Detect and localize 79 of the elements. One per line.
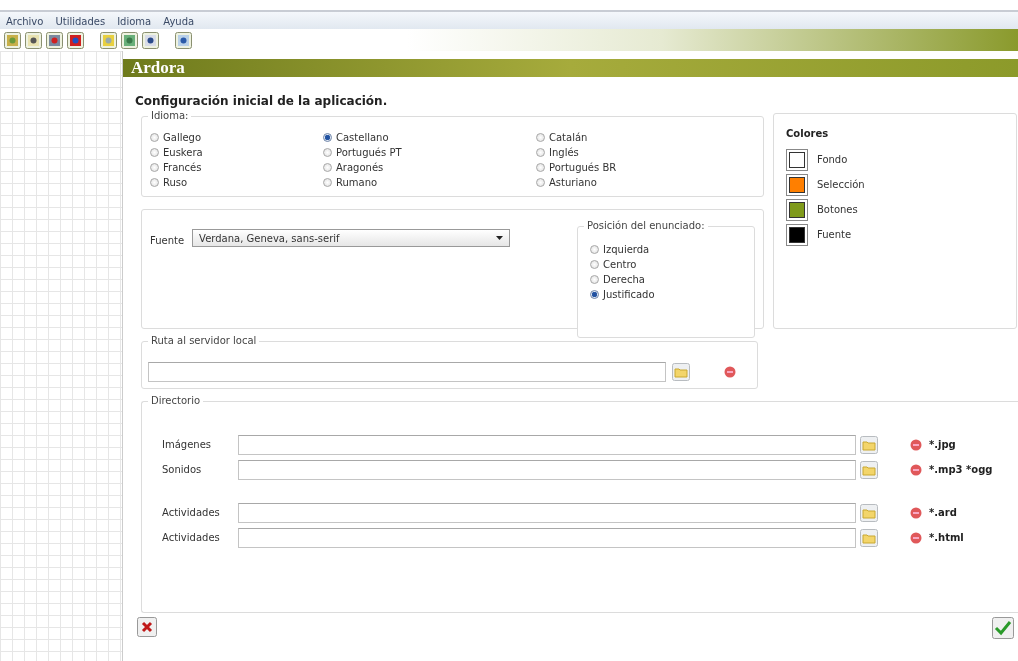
- path-field[interactable]: [148, 361, 666, 382]
- option-label: Gallego: [163, 132, 202, 143]
- option-label: Catalán: [549, 132, 588, 143]
- color-label: Botones: [817, 204, 858, 215]
- color-label: Fondo: [817, 154, 848, 165]
- directory-label: Sonidos: [162, 464, 203, 475]
- app-title: Ardora: [131, 58, 185, 78]
- option-label: Euskera: [163, 147, 203, 158]
- option-label: Ruso: [163, 177, 188, 188]
- radio-button[interactable]: [150, 163, 159, 172]
- radio-button[interactable]: [536, 133, 545, 142]
- menu-item[interactable]: Idioma: [117, 15, 152, 27]
- file-extension: *.html: [929, 532, 964, 543]
- menu-item[interactable]: Ayuda: [163, 15, 195, 27]
- option-label: Justificado: [603, 289, 655, 300]
- path-field[interactable]: [238, 434, 856, 455]
- folder-icon[interactable]: [672, 362, 690, 381]
- font-label: Fuente: [150, 235, 185, 248]
- radio-button[interactable]: [590, 260, 599, 269]
- path-field[interactable]: [238, 459, 856, 480]
- radio-button[interactable]: [150, 133, 159, 142]
- option-label: Rumano: [336, 177, 378, 188]
- radio-button[interactable]: [590, 275, 599, 284]
- remove-icon[interactable]: [910, 531, 922, 544]
- close-icon[interactable]: [137, 617, 157, 637]
- remove-icon[interactable]: [910, 463, 922, 476]
- color-swatch[interactable]: [789, 226, 805, 243]
- remove-icon[interactable]: [910, 506, 922, 519]
- option-label: Asturiano: [549, 177, 597, 188]
- menu-item[interactable]: Archivo: [6, 15, 44, 27]
- file-extension: *.mp3 *ogg: [929, 464, 993, 475]
- color-swatch[interactable]: [789, 201, 805, 218]
- option-label: Portugués PT: [336, 147, 402, 158]
- radio-button[interactable]: [536, 148, 545, 157]
- option-label: Aragonés: [336, 162, 384, 173]
- path-field[interactable]: [238, 502, 856, 523]
- font-dropdown[interactable]: Verdana, Geneva, sans-serif: [192, 229, 511, 247]
- folder-icon[interactable]: [860, 528, 878, 547]
- radio-button[interactable]: [536, 163, 545, 172]
- directory-label: Actividades: [162, 507, 221, 518]
- check-icon[interactable]: [992, 617, 1014, 639]
- colors-title: Colores: [786, 128, 830, 139]
- file-extension: *.ard: [929, 507, 957, 518]
- group-label: Ruta al servidor local: [148, 335, 260, 346]
- remove-icon[interactable]: [724, 365, 736, 378]
- option-label: Derecha: [603, 274, 645, 285]
- option-label: Castellano: [336, 132, 389, 143]
- option-label: Izquierda: [603, 244, 650, 255]
- radio-button[interactable]: [536, 178, 545, 187]
- color-label: Selección: [817, 179, 865, 190]
- color-swatch[interactable]: [789, 176, 805, 193]
- radio-button[interactable]: [323, 133, 332, 142]
- caret-icon: [496, 236, 504, 240]
- radio-button[interactable]: [150, 178, 159, 187]
- option-label: Centro: [603, 259, 637, 270]
- group-label: Idioma:: [148, 110, 192, 121]
- color-swatch[interactable]: [789, 151, 805, 168]
- option-label: Portugués BR: [549, 162, 617, 173]
- folder-icon[interactable]: [860, 460, 878, 479]
- radio-button[interactable]: [590, 290, 599, 299]
- menu-item[interactable]: Utilidades: [55, 15, 106, 27]
- radio-button[interactable]: [323, 163, 332, 172]
- group-label: Directorio: [148, 395, 204, 406]
- folder-icon[interactable]: [860, 435, 878, 454]
- radio-button[interactable]: [323, 148, 332, 157]
- radio-button[interactable]: [590, 245, 599, 254]
- path-field[interactable]: [238, 527, 856, 548]
- file-extension: *.jpg: [929, 439, 956, 450]
- group-label: Posición del enunciado:: [584, 220, 708, 231]
- folder-icon[interactable]: [860, 503, 878, 522]
- radio-button[interactable]: [323, 178, 332, 187]
- radio-button[interactable]: [150, 148, 159, 157]
- page-heading: Configuración inicial de la aplicación.: [135, 94, 389, 108]
- directory-label: Actividades: [162, 532, 221, 543]
- option-label: Francés: [163, 162, 202, 173]
- color-label: Fuente: [817, 229, 852, 240]
- directory-label: Imágenes: [162, 439, 213, 450]
- remove-icon[interactable]: [910, 438, 922, 451]
- option-label: Inglés: [549, 147, 579, 158]
